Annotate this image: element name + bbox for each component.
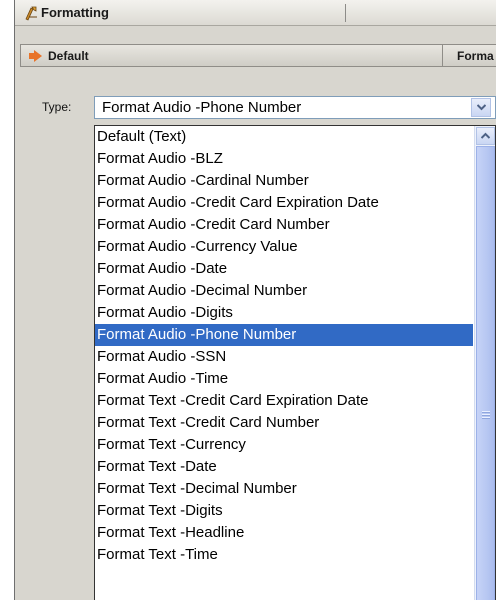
dropdown-option[interactable]: Format Audio -Credit Card Expiration Dat… xyxy=(95,192,473,214)
panel-titlebar: Formatting xyxy=(15,0,496,26)
scroll-thumb[interactable] xyxy=(476,146,495,600)
tab-default-label: Default xyxy=(48,49,89,63)
dropdown-option[interactable]: Format Text -Credit Card Number xyxy=(95,412,473,434)
type-dropdown-list: Default (Text) Format Audio -BLZ Format Au… xyxy=(94,125,496,600)
arrow-right-icon xyxy=(34,50,42,62)
titlebar-divider xyxy=(345,4,346,22)
grip-icon xyxy=(482,411,490,419)
formatting-tools-icon xyxy=(25,6,37,21)
tab-format[interactable]: Forma xyxy=(457,49,494,63)
dropdown-option[interactable]: Format Text -Date xyxy=(95,456,473,478)
dropdown-option[interactable]: Format Audio -Date xyxy=(95,258,473,280)
scroll-up-button[interactable] xyxy=(476,127,495,145)
dropdown-option[interactable]: Format Text -Decimal Number xyxy=(95,478,473,500)
dropdown-option[interactable]: Format Audio -Phone Number xyxy=(95,324,473,346)
dropdown-option[interactable]: Format Audio -Credit Card Number xyxy=(95,214,473,236)
tab-bar: Default Forma xyxy=(20,44,496,67)
dropdown-option[interactable]: Format Text -Time xyxy=(95,544,473,566)
type-label: Type: xyxy=(42,100,72,114)
dropdown-option[interactable]: Default (Text) xyxy=(95,126,473,148)
dropdown-option[interactable]: Format Audio -BLZ xyxy=(95,148,473,170)
type-select-value: Format Audio -Phone Number xyxy=(102,99,302,116)
dropdown-option[interactable]: Format Audio -Time xyxy=(95,368,473,390)
dropdown-button[interactable] xyxy=(471,98,491,117)
dropdown-option[interactable]: Format Audio -Cardinal Number xyxy=(95,170,473,192)
tab-divider xyxy=(442,45,443,66)
type-select[interactable]: Format Audio -Phone Number xyxy=(94,96,496,119)
dropdown-option[interactable]: Format Audio -Decimal Number xyxy=(95,280,473,302)
chevron-down-icon xyxy=(477,104,486,111)
panel-title: Formatting xyxy=(41,5,109,20)
dropdown-option[interactable]: Format Audio -SSN xyxy=(95,346,473,368)
dropdown-option[interactable]: Format Text -Headline xyxy=(95,522,473,544)
dropdown-option[interactable]: Format Text -Digits xyxy=(95,500,473,522)
dropdown-option[interactable]: Format Audio -Digits xyxy=(95,302,473,324)
chevron-up-icon xyxy=(481,132,490,139)
dropdown-option[interactable]: Format Audio -Currency Value xyxy=(95,236,473,258)
dropdown-option[interactable]: Format Text -Credit Card Expiration Date xyxy=(95,390,473,412)
scrollbar[interactable] xyxy=(474,126,495,600)
dropdown-option[interactable]: Format Text -Currency xyxy=(95,434,473,456)
